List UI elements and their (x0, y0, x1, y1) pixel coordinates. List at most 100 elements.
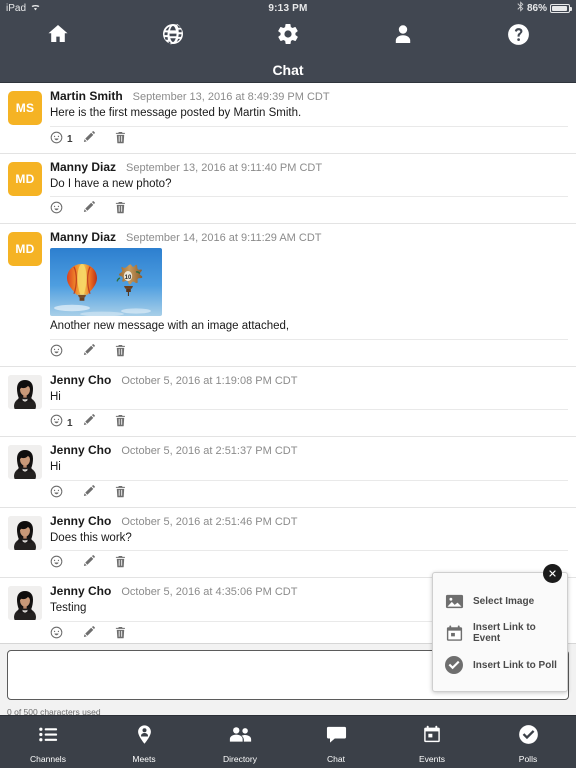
message-header: Martin Smith September 13, 2016 at 8:49:… (50, 89, 568, 103)
edit-button[interactable] (82, 555, 114, 572)
delete-button[interactable] (114, 202, 146, 218)
reaction-count: 1 (67, 417, 73, 429)
edit-button[interactable] (82, 130, 114, 148)
tab-label: Events (419, 754, 445, 764)
tab-chat[interactable]: Chat (288, 716, 384, 768)
popup-item-insert-event[interactable]: Insert Link to Event (433, 617, 567, 649)
status-bar-right: 86% (517, 1, 572, 15)
tab-label: Directory (222, 754, 257, 764)
nav-globe-button[interactable] (115, 16, 230, 57)
trash-icon (114, 131, 127, 149)
edit-button[interactable] (82, 484, 114, 502)
message-item[interactable]: Jenny Cho October 5, 2016 at 2:51:46 PM … (0, 506, 576, 578)
avatar-initials: MD (15, 242, 35, 257)
pencil-icon (82, 625, 95, 643)
react-button[interactable] (50, 485, 82, 503)
message-timestamp: September 13, 2016 at 9:11:40 PM CDT (126, 161, 323, 174)
tab-meets[interactable]: Meets (96, 716, 192, 768)
delete-button[interactable] (114, 485, 146, 503)
smiley-icon (50, 201, 63, 219)
pencil-icon (82, 343, 95, 362)
edit-button[interactable] (82, 201, 114, 218)
status-bar-time: 9:13 PM (268, 2, 308, 14)
message-actions (50, 196, 568, 223)
tab-directory[interactable]: Directory (192, 716, 288, 768)
popup-item-select-image[interactable]: Select Image (433, 585, 567, 617)
message-timestamp: September 14, 2016 at 9:11:29 AM CDT (126, 232, 322, 245)
message-item[interactable]: MD Manny Diaz September 14, 2016 at 9:11… (0, 223, 576, 366)
smiley-icon (50, 131, 63, 149)
smiley-icon (50, 344, 63, 362)
trash-icon (114, 626, 127, 643)
globe-icon (161, 22, 185, 51)
nav-settings-button[interactable] (230, 16, 345, 57)
message-item[interactable]: MS Martin Smith September 13, 2016 at 8:… (0, 83, 576, 153)
person-icon (391, 22, 415, 51)
message-author: Jenny Cho (50, 584, 112, 599)
edit-button[interactable] (82, 343, 114, 362)
message-text: Hi (50, 461, 61, 474)
message-item[interactable]: Jenny Cho October 5, 2016 at 2:51:37 PM … (0, 436, 576, 507)
message-timestamp: October 5, 2016 at 2:51:37 PM CDT (121, 445, 298, 458)
avatar: MD (8, 232, 42, 267)
avatar (8, 515, 42, 550)
tab-events[interactable]: Events (384, 716, 480, 768)
tab-label: Channels (30, 754, 66, 764)
delete-button[interactable] (114, 344, 146, 362)
avatar (8, 374, 42, 409)
avatar (8, 445, 42, 480)
trash-icon (114, 414, 127, 432)
nav-home-button[interactable] (0, 16, 115, 57)
message-author: Jenny Cho (50, 443, 112, 458)
close-icon[interactable] (543, 564, 562, 583)
home-icon (46, 22, 70, 51)
edit-button[interactable] (82, 414, 114, 431)
popup-item-label: Select Image (473, 595, 535, 607)
nav-profile-button[interactable] (346, 16, 461, 57)
react-button[interactable] (50, 344, 82, 362)
popup-item-label: Insert Link to Event (473, 622, 536, 644)
message-text: Hi (50, 390, 61, 403)
avatar (8, 586, 42, 621)
message-body: Martin Smith September 13, 2016 at 8:49:… (42, 89, 568, 153)
delete-button[interactable] (114, 415, 146, 431)
map-pin-person-icon (134, 724, 155, 750)
delete-button[interactable] (114, 556, 146, 572)
smiley-icon (50, 485, 63, 503)
help-icon (506, 22, 531, 52)
message-timestamp: October 5, 2016 at 4:35:06 PM CDT (121, 586, 298, 599)
gear-icon (276, 22, 300, 51)
react-button[interactable] (50, 626, 82, 643)
trash-icon (114, 485, 127, 503)
edit-button[interactable] (82, 625, 114, 643)
trash-icon (114, 344, 127, 362)
message-body: Jenny Cho October 5, 2016 at 2:51:46 PM … (42, 514, 568, 578)
nav-help-button[interactable] (461, 16, 576, 57)
react-button[interactable]: 1 (50, 131, 82, 149)
message-item[interactable]: MD Manny Diaz September 13, 2016 at 9:11… (0, 152, 576, 224)
message-timestamp: October 5, 2016 at 2:51:46 PM CDT (121, 515, 298, 528)
react-button[interactable] (50, 201, 82, 219)
delete-button[interactable] (114, 131, 146, 149)
tab-polls[interactable]: Polls (480, 716, 576, 768)
message-header: Manny Diaz September 14, 2016 at 9:11:29… (50, 230, 568, 244)
trash-icon (114, 201, 127, 219)
top-navigation-bar (0, 16, 576, 57)
delete-button[interactable] (114, 626, 146, 643)
message-header: Jenny Cho October 5, 2016 at 1:19:08 PM … (50, 373, 568, 387)
message-text: Here is the first message posted by Mart… (50, 107, 302, 119)
message-list[interactable]: MS Martin Smith September 13, 2016 at 8:… (0, 83, 576, 643)
message-item[interactable]: Jenny Cho October 5, 2016 at 1:19:08 PM … (0, 365, 576, 437)
battery-percent: 86% (526, 2, 547, 14)
tab-channels[interactable]: Channels (0, 716, 96, 768)
bluetooth-icon (517, 1, 524, 15)
message-body: Manny Diaz September 14, 2016 at 9:11:29… (42, 230, 568, 366)
check-circle-icon (518, 724, 539, 750)
message-actions: 1 (50, 409, 568, 436)
popup-item-insert-poll[interactable]: Insert Link to Poll (433, 649, 567, 681)
smiley-icon (50, 414, 63, 432)
list-icon (38, 724, 59, 750)
react-button[interactable]: 1 (50, 414, 82, 432)
message-attachment-image[interactable]: 10 (50, 248, 162, 317)
react-button[interactable] (50, 555, 82, 572)
